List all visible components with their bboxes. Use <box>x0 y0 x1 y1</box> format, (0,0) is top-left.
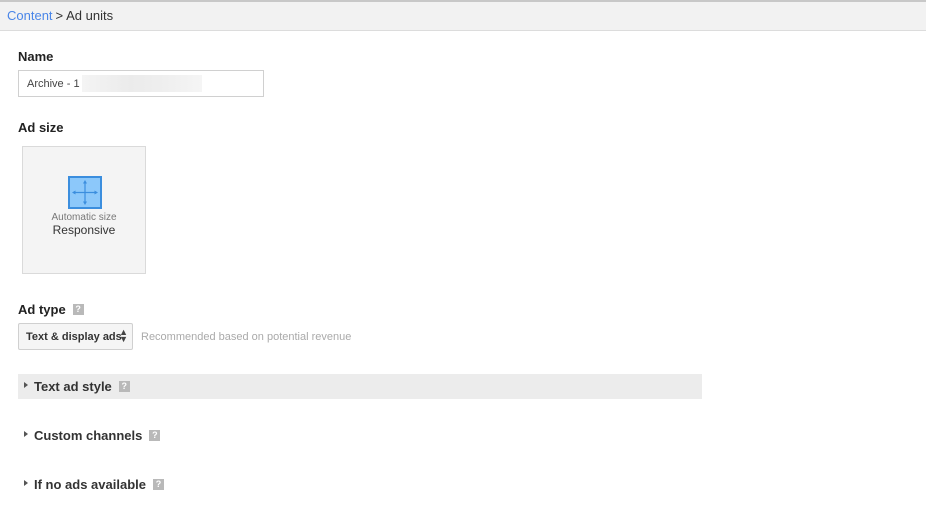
help-icon[interactable]: ? <box>149 430 161 442</box>
section-label-text: Custom channels <box>34 428 143 443</box>
section-text-ad-style[interactable]: Text ad style? <box>18 374 702 399</box>
resize-arrows-icon <box>68 176 102 209</box>
expand-triangle-icon <box>24 382 28 388</box>
select-arrows-icon: ▲ ▼ <box>119 327 128 344</box>
size-card-subtitle: Automatic size <box>51 212 117 223</box>
expand-triangle-icon <box>24 480 28 486</box>
ad-type-selected-value: Text & display ads <box>26 331 122 343</box>
help-icon[interactable]: ? <box>118 381 130 393</box>
expand-triangle-icon <box>24 431 28 437</box>
name-label: Name <box>18 49 54 64</box>
section-custom-channels[interactable]: Custom channels? <box>18 423 702 448</box>
ad-type-label: Ad type? <box>18 302 84 317</box>
ad-type-label-text: Ad type <box>18 302 66 317</box>
ad-type-hint: Recommended based on potential revenue <box>141 331 352 343</box>
breadcrumb-separator: > <box>55 8 64 23</box>
size-card-title: Responsive <box>52 223 116 237</box>
ad-type-select[interactable]: Text & display ads ▲ ▼ <box>18 323 133 350</box>
section-if-no-ads-available[interactable]: If no ads available? <box>18 472 702 497</box>
help-icon[interactable]: ? <box>153 479 164 491</box>
section-label-text: Text ad style <box>34 379 112 394</box>
breadcrumb: Content > Ad units <box>7 8 113 23</box>
breadcrumb-content-link[interactable]: Content <box>7 8 53 23</box>
redacted-area <box>82 75 202 92</box>
responsive-size-card[interactable]: Automatic size Responsive <box>22 146 146 274</box>
ad-size-label: Ad size <box>18 120 64 135</box>
section-label: If no ads available? <box>34 477 164 492</box>
breadcrumb-current: Ad units <box>66 8 114 23</box>
help-icon[interactable]: ? <box>72 304 84 316</box>
section-label-text: If no ads available <box>34 477 146 492</box>
section-label: Custom channels? <box>34 428 161 443</box>
section-label: Text ad style? <box>34 379 130 394</box>
top-bar: Content > Ad units <box>0 0 926 31</box>
